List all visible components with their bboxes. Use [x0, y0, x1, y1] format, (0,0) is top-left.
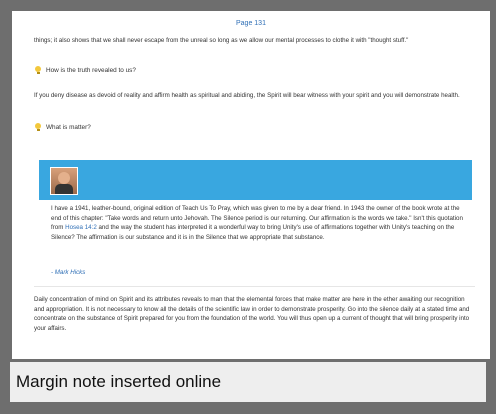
margin-note-text: I have a 1941, leather-bound, original e… — [51, 204, 471, 242]
margin-note-author[interactable]: - Mark Hicks — [51, 269, 85, 276]
margin-note-text-part2: and the way the student has interpreted … — [51, 224, 455, 241]
author-avatar — [50, 167, 78, 195]
divider — [34, 286, 475, 287]
question-2-text: What is matter? — [46, 124, 91, 131]
question-2: What is matter? — [34, 123, 91, 132]
paragraph-1: things; it also shows that we shall neve… — [34, 37, 409, 44]
paragraph-3: Daily concentration of mind on Spirit an… — [34, 296, 470, 332]
lightbulb-icon — [34, 123, 42, 132]
margin-note-header — [39, 160, 472, 200]
paragraph-2: If you deny disease as devoid of reality… — [34, 92, 460, 99]
book-page: Page 131 things; it also shows that we s… — [12, 11, 490, 359]
caption: Margin note inserted online — [10, 362, 486, 402]
hosea-link[interactable]: Hosea 14:2 — [65, 224, 97, 231]
question-1-text: How is the truth revealed to us? — [46, 67, 136, 74]
page-number: Page 131 — [236, 20, 266, 27]
lightbulb-icon — [34, 66, 42, 75]
question-1: How is the truth revealed to us? — [34, 66, 136, 75]
screenshot-frame: Page 131 things; it also shows that we s… — [5, 5, 491, 409]
